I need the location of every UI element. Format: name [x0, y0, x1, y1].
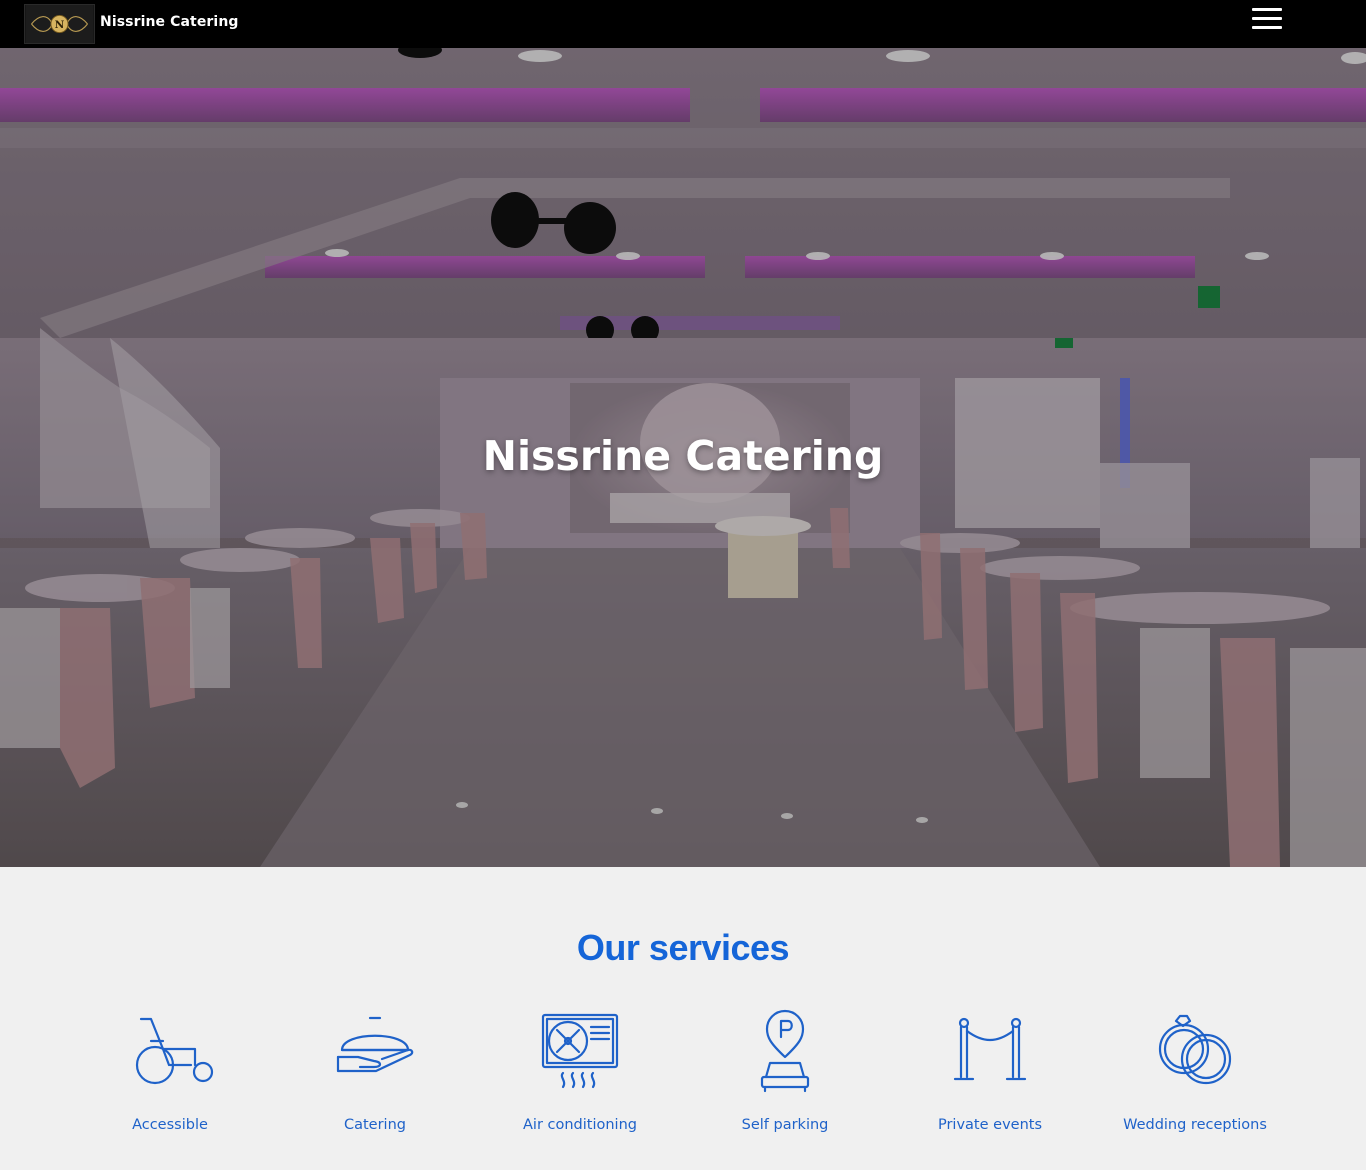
svg-text:N: N [55, 19, 65, 31]
hamburger-menu-icon[interactable] [1250, 8, 1284, 32]
service-label: Private events [937, 1117, 1042, 1133]
nissrine-logo-icon[interactable]: N [24, 4, 95, 44]
service-accessible: Accessible [70, 1007, 270, 1133]
rope-barrier-icon [953, 1017, 1027, 1081]
service-label: Air conditioning [523, 1117, 637, 1133]
service-wedding-receptions: Wedding receptions [1095, 1007, 1295, 1133]
parking-icon [760, 1009, 810, 1093]
brand-name[interactable]: Nissrine Catering [100, 14, 239, 30]
service-label: Wedding receptions [1123, 1117, 1267, 1133]
cloche-serving-icon [336, 1016, 414, 1073]
service-self-parking: Self parking [685, 1007, 885, 1133]
top-navbar: N Nissrine Catering [0, 0, 1366, 48]
hero-banner: Nissrine Catering [0, 48, 1366, 867]
wedding-rings-icon [1158, 1014, 1232, 1085]
services-section: Our services Accessible Catering Air con… [0, 867, 1366, 1170]
service-label: Accessible [132, 1117, 208, 1133]
air-conditioner-icon [541, 1013, 619, 1089]
hero-title: Nissrine Catering [482, 432, 884, 480]
service-label: Self parking [741, 1117, 829, 1133]
services-title: Our services [576, 927, 790, 968]
wheelchair-icon [135, 1017, 214, 1085]
service-private-events: Private events [890, 1007, 1090, 1133]
service-label: Catering [343, 1117, 406, 1133]
service-catering: Catering [275, 1007, 475, 1133]
service-air-conditioning: Air conditioning [480, 1007, 680, 1133]
